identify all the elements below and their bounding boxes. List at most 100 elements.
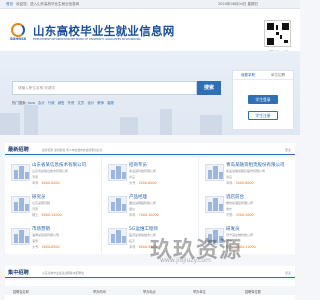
- date-display: 2024年08月04日 星期日: [218, 2, 258, 6]
- education-requirement: 本科: [129, 213, 136, 217]
- hot-search-item[interactable]: 文员: [77, 101, 84, 105]
- company-name: 潍坊某酒店管理公司: [226, 201, 254, 205]
- job-location: 烟台: [129, 207, 136, 211]
- job-location: 青岛: [129, 175, 136, 179]
- salary-range: 3500-5000: [235, 213, 254, 217]
- job-location: 济南: [32, 207, 39, 211]
- education-requirement: 大专: [129, 181, 136, 185]
- search-input[interactable]: 请输入职位名称/关键字: [12, 81, 197, 95]
- hot-search-item[interactable]: 客服: [107, 101, 114, 105]
- hot-search-item[interactable]: 销售: [58, 101, 65, 105]
- company-building-icon: [11, 164, 30, 181]
- job-salary-row: 不限 3500-5000: [226, 212, 254, 217]
- more-link[interactable]: 更多: [285, 148, 291, 152]
- job-location: 淄博: [32, 239, 39, 243]
- job-card[interactable]: 市场营销 淄博某贸易有限公司 淄博 大专 4000-6500: [5, 224, 101, 253]
- job-card[interactable]: 酒店前台 潍坊某酒店管理公司 潍坊 不限 3500-5000: [199, 192, 295, 221]
- job-title[interactable]: 招商专员: [129, 162, 147, 168]
- company-name: 淄博某贸易有限公司: [32, 233, 60, 237]
- hot-search-item[interactable]: 会计: [38, 101, 45, 105]
- company-name: 山东省某信息技术有限公司: [32, 169, 69, 173]
- education-requirement: 本科: [32, 181, 39, 185]
- site-header: SDHRSS 山东高校毕业生就业信息网 EMPLOYMENT INFORMATI…: [0, 9, 300, 54]
- login-tabs: 我要求职 单位招聘: [233, 71, 293, 80]
- table-header-cell: 举办单位: [193, 290, 206, 294]
- education-requirement: 硕士: [32, 213, 39, 217]
- hot-search-label: 热门搜索:: [12, 101, 27, 105]
- latest-jobs-header: 最新招聘 最新招募 最新职位 用人单位发布的最新职位信息 更多: [5, 143, 295, 155]
- job-title[interactable]: 山东省某信息技术有限公司: [32, 162, 86, 168]
- job-card[interactable]: 山东省某信息技术有限公司 山东省某信息技术有限公司 济南 本科 6000-9000: [5, 160, 101, 189]
- salary-range: 7000-10000: [138, 213, 159, 217]
- welcome-text: 首页 欢迎您，进入山东高校毕业生就业信息网: [6, 2, 79, 7]
- job-location: 青岛: [226, 175, 233, 179]
- education-requirement: 本科: [226, 181, 233, 185]
- table-header-row: 招聘会名称 举办时间 举办地点 举办单位 招聘单位数: [5, 286, 295, 295]
- company-building-icon: [108, 164, 127, 181]
- hot-search-item[interactable]: 设计: [87, 101, 94, 105]
- qr-code-icon: [264, 20, 291, 47]
- student-login-button[interactable]: 学生登录: [248, 95, 278, 104]
- job-fair-table: 招聘会名称 举办时间 举办地点 举办单位 招聘单位数: [5, 280, 295, 300]
- logo-ring-icon: [11, 23, 25, 37]
- table-header-cell: 招聘会名称: [13, 290, 29, 294]
- table-header-cell: 招聘单位数: [245, 290, 261, 294]
- salary-range: 8000-12000: [41, 213, 62, 217]
- education-requirement: 本科: [129, 245, 136, 249]
- education-requirement: 大专: [32, 245, 39, 249]
- job-salary-row: 本科 6000-9000: [32, 180, 60, 185]
- company-building-icon: [205, 196, 224, 213]
- job-location: 临沂: [129, 239, 136, 243]
- job-title[interactable]: 市场营销: [32, 226, 50, 232]
- company-name: 山东某研究院: [32, 201, 51, 205]
- more-link[interactable]: 更多: [285, 271, 291, 275]
- job-card[interactable]: 青岛某融资租赁股份有限公司 青岛某融资租赁股份有限公司 青岛 本科 5000-8000: [199, 160, 295, 189]
- site-subtitle: EMPLOYMENT INFORMATION NETWORK OF UNIVER…: [33, 38, 141, 41]
- job-card[interactable]: 研究员 山东某研究院 济南 硕士 8000-12000: [5, 192, 101, 221]
- job-card[interactable]: 产品经理 烟台某网络科技公司 烟台 本科 7000-10000: [102, 192, 198, 221]
- hot-search-item[interactable]: Java: [28, 101, 35, 105]
- job-salary-row: 大专 4500-6000: [129, 180, 157, 185]
- salary-range: 4500-6000: [138, 181, 157, 185]
- login-panel: 我要求职 单位招聘 学生登录 学生注册: [232, 70, 294, 130]
- company-building-icon: [108, 228, 127, 245]
- company-building-icon: [108, 196, 127, 213]
- job-location: 潍坊: [226, 207, 233, 211]
- hot-search-item[interactable]: 教师: [97, 101, 104, 105]
- site-title: 山东高校毕业生就业信息网: [33, 24, 175, 38]
- table-header-cell: 举办地点: [143, 290, 156, 294]
- hot-searches: 热门搜索: Java 会计 行政 销售 外贸 文员 设计 教师 客服: [12, 100, 232, 105]
- site-logo[interactable]: SDHRSS: [7, 23, 29, 43]
- salary-range: 6000-9000: [41, 181, 60, 185]
- welcome-message: 欢迎您，进入山东高校毕业生就业信息网: [16, 2, 80, 6]
- home-link[interactable]: 首页: [6, 2, 13, 6]
- section-description: 山东高校毕业生就业网集中招聘会: [42, 270, 84, 275]
- section-description: 最新招募 最新职位 用人单位发布的最新职位信息: [42, 147, 103, 152]
- job-title[interactable]: 产品经理: [129, 194, 147, 200]
- company-building-icon: [205, 164, 224, 181]
- job-title[interactable]: 研究员: [32, 194, 46, 200]
- company-name: 青岛某科技有限公司: [129, 169, 157, 173]
- job-title[interactable]: 酒店前台: [226, 194, 244, 200]
- student-register-button[interactable]: 学生注册: [248, 111, 278, 120]
- section-title: 最新招聘: [8, 147, 29, 153]
- job-salary-row: 硕士 8000-12000: [32, 212, 62, 217]
- tab-employer[interactable]: 单位招聘: [263, 73, 293, 78]
- tab-job-seeker[interactable]: 我要求职: [233, 73, 263, 78]
- hot-search-item[interactable]: 外贸: [68, 101, 75, 105]
- job-location: 济南: [32, 175, 39, 179]
- campus-recruit-header: 集中招聘 山东高校毕业生就业网集中招聘会 更多: [5, 266, 295, 278]
- salary-range: 4000-6500: [41, 245, 60, 249]
- hot-search-item[interactable]: 行政: [48, 101, 55, 105]
- job-card[interactable]: 招商专员 青岛某科技有限公司 青岛 大专 4500-6000: [102, 160, 198, 189]
- search-button[interactable]: 搜索: [197, 81, 221, 95]
- job-salary-row: 大专 4000-6500: [32, 244, 60, 249]
- job-title[interactable]: 青岛某融资租赁股份有限公司: [226, 162, 285, 168]
- company-name: 烟台某网络科技公司: [129, 201, 157, 205]
- watermark-url: www.jiujiuzy.com: [160, 257, 211, 264]
- company-building-icon: [11, 196, 30, 213]
- logo-text: SDHRSS: [9, 37, 27, 41]
- top-bar: 首页 欢迎您，进入山东高校毕业生就业信息网 2024年08月04日 星期日: [0, 0, 300, 9]
- section-title: 集中招聘: [8, 270, 29, 276]
- job-salary-row: 本科 7000-10000: [129, 212, 159, 217]
